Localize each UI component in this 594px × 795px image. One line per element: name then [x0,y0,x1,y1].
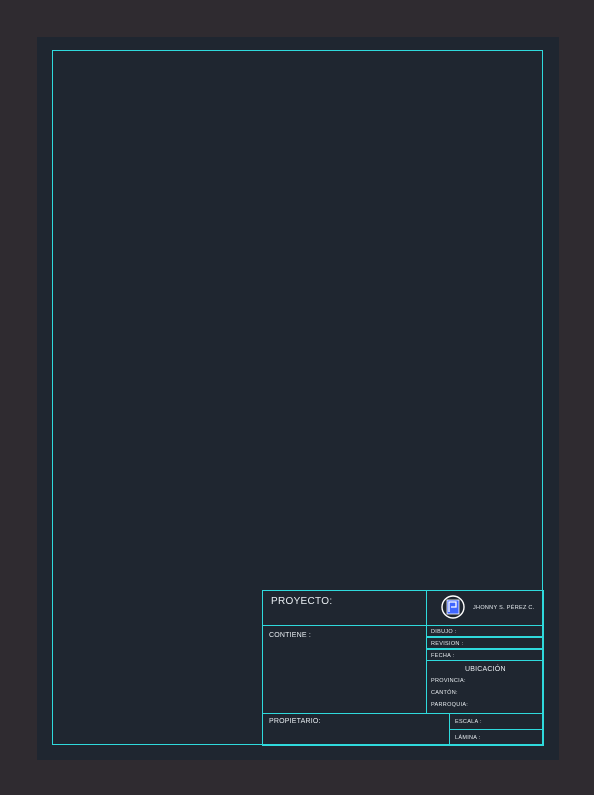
dibujo-label: DIBUJO : [431,629,457,635]
sheet-number-cell: LÁMINA : [449,729,544,746]
scale-cell: ESCALA : [449,713,544,730]
owner-cell: PROPIETARIO: [262,713,450,746]
location-title: UBICACIÓN [465,666,506,673]
contents-cell: CONTIENE : [262,625,427,714]
project-label: PROYECTO: [271,596,333,607]
dibujo-cell: DIBUJO : [426,625,544,637]
fecha-label: FECHA : [431,653,455,659]
contents-label: CONTIENE : [269,632,312,639]
scale-label: ESCALA : [455,719,482,725]
location-cell: UBICACIÓN PROVINCIA: CANTÓN: PARROQUIA: [426,660,544,714]
project-cell: PROYECTO: [262,590,427,626]
revision-cell: REVISION : [426,637,544,649]
canton-label: CANTÓN: [431,690,458,696]
author-name: JHONNY S. PÉREZ C. [473,605,535,611]
owner-label: PROPIETARIO: [269,718,321,725]
province-label: PROVINCIA: [431,678,466,684]
sheet-number-label: LÁMINA : [455,735,481,741]
parish-label: PARROQUIA: [431,702,469,708]
revision-label: REVISION : [431,641,464,647]
company-logo-icon [441,595,465,619]
